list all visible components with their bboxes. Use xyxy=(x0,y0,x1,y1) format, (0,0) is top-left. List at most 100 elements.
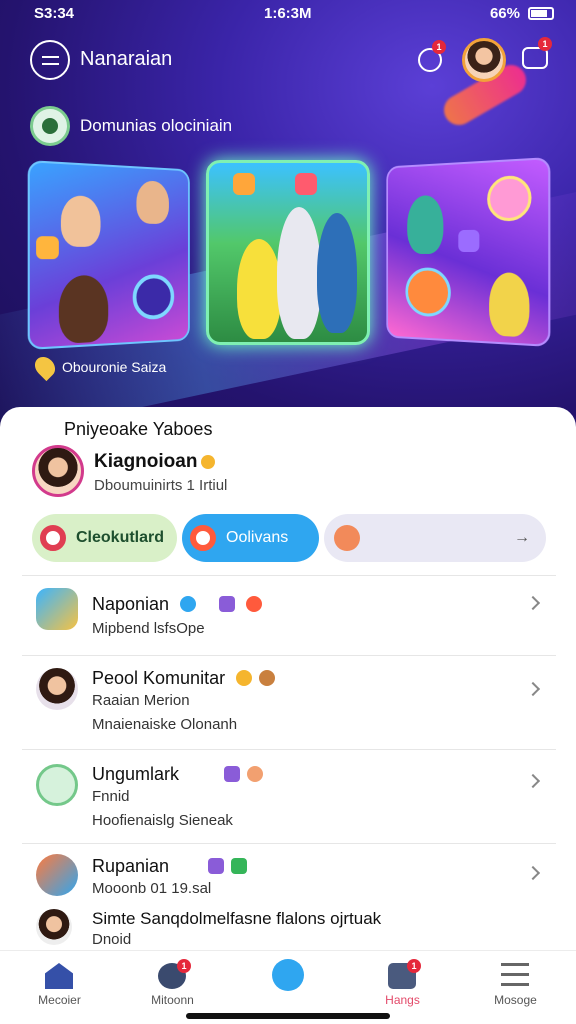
chevron-right-icon xyxy=(525,773,541,789)
kid-figure xyxy=(136,180,169,225)
list-item-avatar xyxy=(36,668,78,710)
coin-icon xyxy=(236,670,253,686)
status-time: S3:34 xyxy=(34,5,75,22)
tab-label: Mecoier xyxy=(38,993,81,1007)
game-icon xyxy=(231,858,248,874)
play-icon xyxy=(272,959,304,991)
tab-messages[interactable]: 1 Mitoonn xyxy=(115,951,230,1011)
featured-card-right[interactable] xyxy=(386,156,551,348)
tab-label: Mosoge xyxy=(494,993,537,1007)
battery-icon xyxy=(528,7,554,20)
verified-icon xyxy=(180,596,197,612)
list-item-title-line: Ungumlark xyxy=(92,764,264,785)
pet-icon xyxy=(259,670,276,686)
tab-more[interactable]: Mosoge xyxy=(458,951,573,1011)
chat-icon[interactable]: 1 xyxy=(522,37,552,69)
community-header[interactable]: Domunias olociniain xyxy=(30,106,232,146)
profile-subtitle: Dboumuinirts 1 Irtiul xyxy=(94,477,228,494)
kid-figure xyxy=(60,195,101,247)
hero-subtitle: Obouronie Saiza xyxy=(62,359,167,375)
list-item-thumbnail xyxy=(36,854,78,896)
heart-icon xyxy=(246,596,263,612)
game-icon xyxy=(208,858,225,874)
list-item-avatar xyxy=(36,909,72,945)
app-header: Nanaraian 1 1 xyxy=(0,37,576,82)
profile-name: Kiagnoioan xyxy=(94,451,198,472)
game-icon xyxy=(224,766,241,782)
community-icon xyxy=(36,764,78,806)
list-item[interactable]: Naponian Mipbend lsfsOpe xyxy=(22,575,556,655)
orange-dot-icon xyxy=(334,525,360,551)
music-block-icon xyxy=(295,173,317,195)
list-item[interactable]: Peool Komunitar Raaian Merion Mnaienaisk… xyxy=(22,655,556,749)
search-icon[interactable]: 1 xyxy=(418,40,446,72)
kid-figure xyxy=(277,207,321,339)
content-sheet: Pniyeoake Yaboes Kiagnoioan Dboumuinirts… xyxy=(0,407,576,1024)
music-block-icon xyxy=(36,236,59,260)
record-icon xyxy=(40,525,66,551)
chevron-right-icon xyxy=(525,595,541,611)
face-icon xyxy=(247,766,264,782)
featured-card-left[interactable] xyxy=(27,160,190,350)
list-item[interactable]: Simte Sanqdolmelfasne flalons ojrtuak Dn… xyxy=(22,905,556,951)
list-item-thumbnail xyxy=(36,588,78,630)
battery-percent: 66% xyxy=(489,5,520,22)
tab-hangs[interactable]: 1 Hangs xyxy=(345,951,460,1011)
chevron-right-icon xyxy=(525,681,541,697)
chat-badge: 1 xyxy=(538,37,552,51)
pill-button-secondary[interactable]: Oolivans xyxy=(182,514,319,562)
list-item-detail: Raaian Merion xyxy=(92,692,190,709)
chevron-right-icon xyxy=(525,865,541,881)
tab-label: Mitoonn xyxy=(151,993,194,1007)
tab-badge: 1 xyxy=(407,959,421,973)
pill-label: Cleokutlard xyxy=(76,529,165,546)
kid-figure xyxy=(489,272,530,338)
hamburger-icon xyxy=(501,963,529,986)
tab-badge: 1 xyxy=(177,959,191,973)
list-item-detail: Dnoid xyxy=(92,931,132,948)
list-item-detail: Mipbend lsfsOpe xyxy=(92,620,205,637)
status-indicators: 66% xyxy=(490,5,554,22)
kid-figure xyxy=(237,239,281,339)
list-item-title: Rupanian xyxy=(92,856,170,876)
cartoon-face-icon xyxy=(405,267,451,318)
list-item-title-line: Rupanian xyxy=(92,856,248,877)
game-icon xyxy=(219,596,236,612)
featured-card-center[interactable] xyxy=(206,160,370,345)
menu-button[interactable] xyxy=(30,40,70,80)
avatar[interactable] xyxy=(462,38,506,82)
hero-subtitle-row: Obouronie Saiza xyxy=(30,352,167,382)
tab-home[interactable]: Mecoier xyxy=(2,951,117,1011)
status-bar: S3:34 1:6:3M 66% xyxy=(0,0,576,28)
hero-banner: S3:34 1:6:3M 66% Nanaraian 1 1 Domunias … xyxy=(0,0,576,430)
list-item-detail: Fnnid xyxy=(92,788,130,805)
status-clock: 1:6:3M xyxy=(264,5,312,22)
list-item[interactable]: Rupanian Mooonb 01 19.sal xyxy=(22,843,556,905)
music-block-icon xyxy=(233,173,255,195)
pill-button-primary[interactable]: Cleokutlard xyxy=(32,514,177,562)
list-item-title-line: Naponian xyxy=(92,594,263,615)
profile-name-line: Kiagnoioan xyxy=(94,451,216,473)
list-item-detail: Mnaienaiske Olonanh xyxy=(92,716,238,733)
tab-play[interactable] xyxy=(230,951,345,1011)
community-icon xyxy=(30,106,70,146)
arrow-right-icon: → xyxy=(514,529,530,546)
home-icon xyxy=(45,963,73,989)
location-pin-icon xyxy=(30,352,60,382)
kid-figure xyxy=(317,213,357,333)
profile-avatar xyxy=(32,445,84,497)
list-item-title: Ungumlark xyxy=(92,764,180,784)
search-badge: 1 xyxy=(432,40,446,54)
kid-figure xyxy=(58,275,109,345)
list-item-detail: Mooonb 01 19.sal xyxy=(92,880,212,897)
music-note-icon xyxy=(458,229,480,252)
home-indicator xyxy=(186,1013,390,1019)
action-pills: Cleokutlard Oolivans → xyxy=(32,514,546,562)
list-item-title: Simte Sanqdolmelfasne flalons ojrtuak xyxy=(92,909,382,928)
list-item[interactable]: Ungumlark Fnnid Hoofienaislg Sieneak xyxy=(22,749,556,843)
pill-label: Oolivans xyxy=(226,529,289,546)
list-item-title-line: Peool Komunitar xyxy=(92,668,276,689)
pill-button-more[interactable]: → xyxy=(324,514,546,562)
music-note-icon xyxy=(132,274,175,321)
list-item-title: Peool Komunitar xyxy=(92,668,226,688)
